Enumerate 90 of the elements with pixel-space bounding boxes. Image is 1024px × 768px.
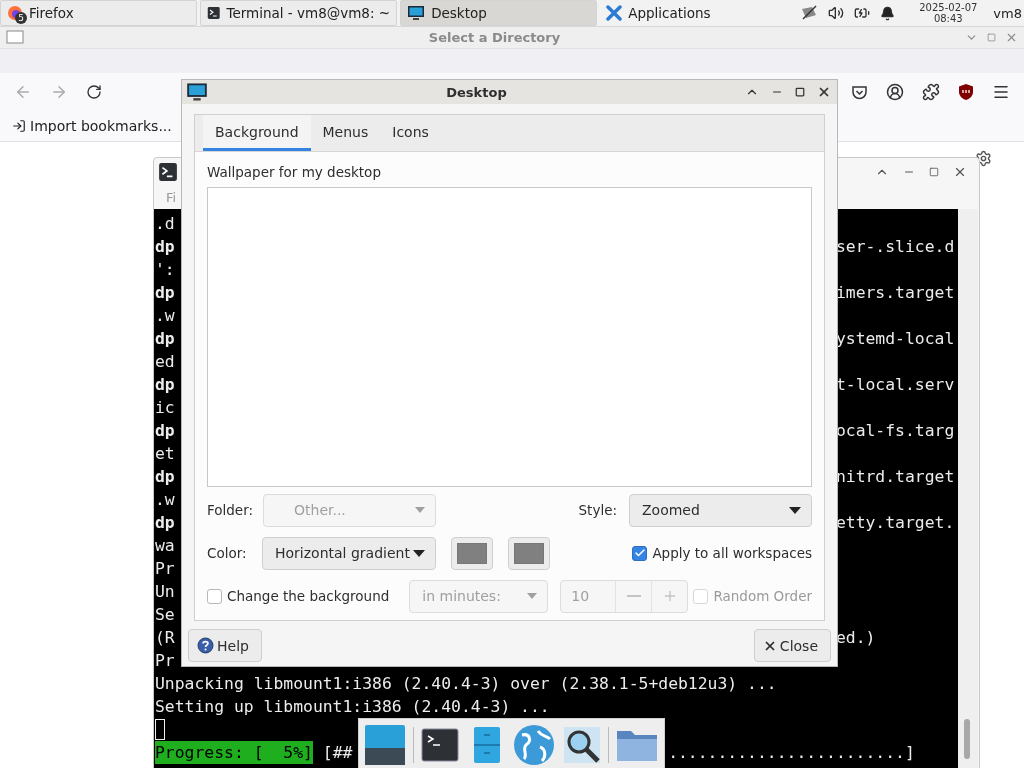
field-label: Color: (207, 545, 248, 561)
taskbar-button[interactable]: 5 Firefox (0, 0, 198, 26)
close-icon[interactable] (817, 85, 831, 99)
user-name[interactable]: vm8 (993, 5, 1022, 21)
style-dropdown[interactable]: Zoomed (629, 493, 812, 527)
terminal-text: ed (155, 351, 175, 373)
globe-icon[interactable] (512, 723, 556, 767)
terminal-text: ser-.slice.d (835, 236, 955, 258)
terminal-text: etty.target. (835, 512, 955, 534)
terminal-text: imers.target (835, 282, 955, 304)
help-icon (197, 637, 214, 654)
terminal-text: dp (155, 328, 175, 350)
terminal-text: dp (155, 420, 175, 442)
field-label: Folder: (207, 502, 255, 518)
tab[interactable]: Icons (380, 115, 441, 151)
help-button[interactable]: Help (188, 629, 262, 662)
tab[interactable]: Menus (310, 115, 381, 151)
terminal-text: Pr (155, 650, 175, 672)
menu-icon[interactable] (992, 83, 1010, 101)
taskbar-button[interactable]: Terminal - vm8@vm8: ~ (200, 0, 398, 26)
bookmark-link[interactable]: Import bookmarks... (12, 118, 172, 134)
close-button[interactable]: Close (753, 629, 831, 662)
terminal-text: dp (155, 282, 175, 304)
close-icon[interactable] (953, 165, 967, 179)
terminal-text: Setting up libmount1:i386 (2.40.4-3) ... (155, 696, 550, 718)
terminal-text: .w (155, 489, 175, 511)
terminal-text: ystemd-local (835, 328, 955, 350)
terminal-text: Unpacking libmount1:i386 (2.40.4-3) over (2.38.1-5+deb12u3) ... (155, 673, 777, 695)
caret-icon (413, 549, 425, 557)
desktop-icon[interactable] (363, 723, 407, 767)
clock[interactable]: 2025-02-07 08:43 (919, 2, 978, 24)
color-swatch[interactable] (451, 536, 493, 570)
scrollbar-thumb[interactable] (964, 719, 970, 759)
account-icon[interactable] (886, 83, 904, 101)
monitor-icon (407, 4, 426, 22)
shield-icon[interactable] (958, 83, 974, 101)
scrollbar[interactable] (958, 209, 978, 768)
terminal-text: Un (155, 581, 175, 603)
terminal-text: dp (155, 236, 175, 258)
minus-icon (626, 595, 641, 597)
terminal-text: (R (155, 627, 175, 649)
terminal-text: ic (155, 397, 175, 419)
color-swatch[interactable] (508, 536, 550, 570)
import-icon (12, 119, 26, 133)
network-icon[interactable] (800, 5, 819, 21)
terminal-text: dp (155, 374, 175, 396)
terminal-icon (158, 162, 178, 182)
terminal-text: [## (321, 742, 353, 764)
apply-checkbox[interactable]: Apply to all workspaces (632, 545, 812, 561)
tab[interactable]: Background (203, 115, 311, 151)
terminal-text: Se (155, 604, 175, 626)
taskbar-button[interactable]: Desktop (400, 0, 598, 26)
terminal-text: t-local.serv (835, 374, 955, 396)
caret-icon (527, 593, 538, 599)
terminal-text: et (155, 443, 175, 465)
caret-icon (415, 507, 425, 513)
terminal-text: .w (155, 305, 175, 327)
field-label: Style: (578, 502, 617, 518)
x-logo-icon (606, 5, 623, 21)
terminal-icon (207, 4, 221, 22)
terminal-text: dp (155, 466, 175, 488)
shield-icon[interactable] (851, 83, 868, 101)
taskbar-button[interactable]: Applications (600, 0, 798, 26)
terminal-text: dp (155, 512, 175, 534)
battery-icon[interactable] (854, 5, 871, 21)
terminal-text: ocal-fs.targ (835, 420, 955, 442)
volume-icon[interactable] (828, 5, 845, 21)
monitor-icon (186, 81, 208, 103)
terminal-text: ........................] (668, 742, 915, 764)
window-title: Desktop (445, 84, 508, 100)
reload-icon[interactable] (86, 84, 102, 100)
terminal-text: wa (155, 535, 175, 557)
terminal-text: Pr (155, 558, 175, 580)
caret-icon (789, 506, 801, 514)
progress-label: Progress: [ 5%] (155, 741, 313, 764)
bell-icon[interactable] (880, 5, 896, 21)
terminal-text: ': (155, 259, 175, 281)
color-dropdown[interactable]: Horizontal gradient (262, 536, 436, 570)
terminal-icon[interactable] (420, 725, 460, 765)
window-icon (6, 30, 24, 44)
terminal-text: .d (155, 213, 175, 235)
check-icon (633, 547, 646, 559)
change-checkbox[interactable]: Change the background (207, 588, 390, 604)
section-label: Wallpaper for my desktop (207, 164, 382, 180)
terminal-text: nitrd.target (835, 466, 955, 488)
magnifier-icon[interactable] (562, 725, 602, 765)
maximize-icon[interactable] (795, 87, 805, 97)
extensions-icon[interactable] (922, 83, 940, 101)
count-badge: 5 (15, 12, 27, 24)
window-title: Select a Directory (427, 29, 562, 45)
